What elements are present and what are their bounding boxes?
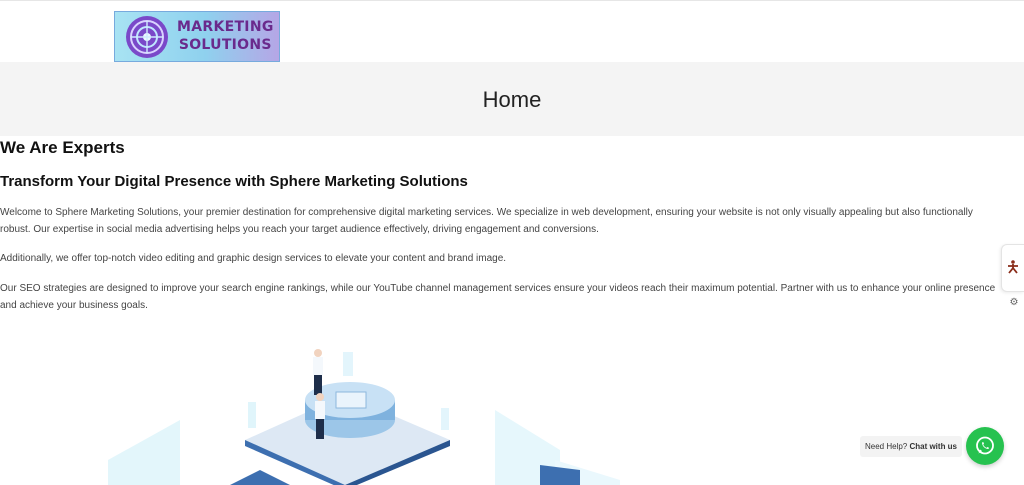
section-subheading: Transform Your Digital Presence with Sph…	[0, 173, 468, 190]
accessibility-icon	[1008, 260, 1018, 274]
chat-action: Chat with us	[909, 442, 958, 451]
gear-icon[interactable]: ⚙	[1008, 297, 1020, 309]
page-hero: Home	[0, 62, 1024, 136]
seo-paragraph: Our SEO strategies are designed to impro…	[0, 283, 996, 311]
section-heading: We Are Experts	[0, 138, 125, 157]
brand-line-2: SOLUTIONS	[178, 37, 272, 53]
whatsapp-chat-button[interactable]	[966, 427, 1004, 465]
site-header: MARKETING SOLUTIONS	[0, 0, 1024, 63]
page-title: Home	[482, 87, 542, 112]
accessibility-widget[interactable]	[1001, 244, 1024, 292]
intro-paragraph: Welcome to Sphere Marketing Solutions, y…	[0, 207, 973, 235]
brand-name: MARKETING SOLUTIONS	[177, 18, 274, 54]
brand-line-1: MARKETING	[177, 19, 274, 35]
chat-prefix: Need Help?	[864, 442, 908, 451]
whatsapp-icon	[976, 436, 994, 455]
brand-logo[interactable]: MARKETING SOLUTIONS	[114, 11, 280, 62]
globe-logo-icon	[126, 16, 168, 58]
chat-prompt[interactable]: Need Help? Chat with us	[860, 436, 962, 457]
services-paragraph: Additionally, we offer top-notch video e…	[0, 253, 507, 264]
isometric-marketing-illustration	[108, 349, 620, 485]
